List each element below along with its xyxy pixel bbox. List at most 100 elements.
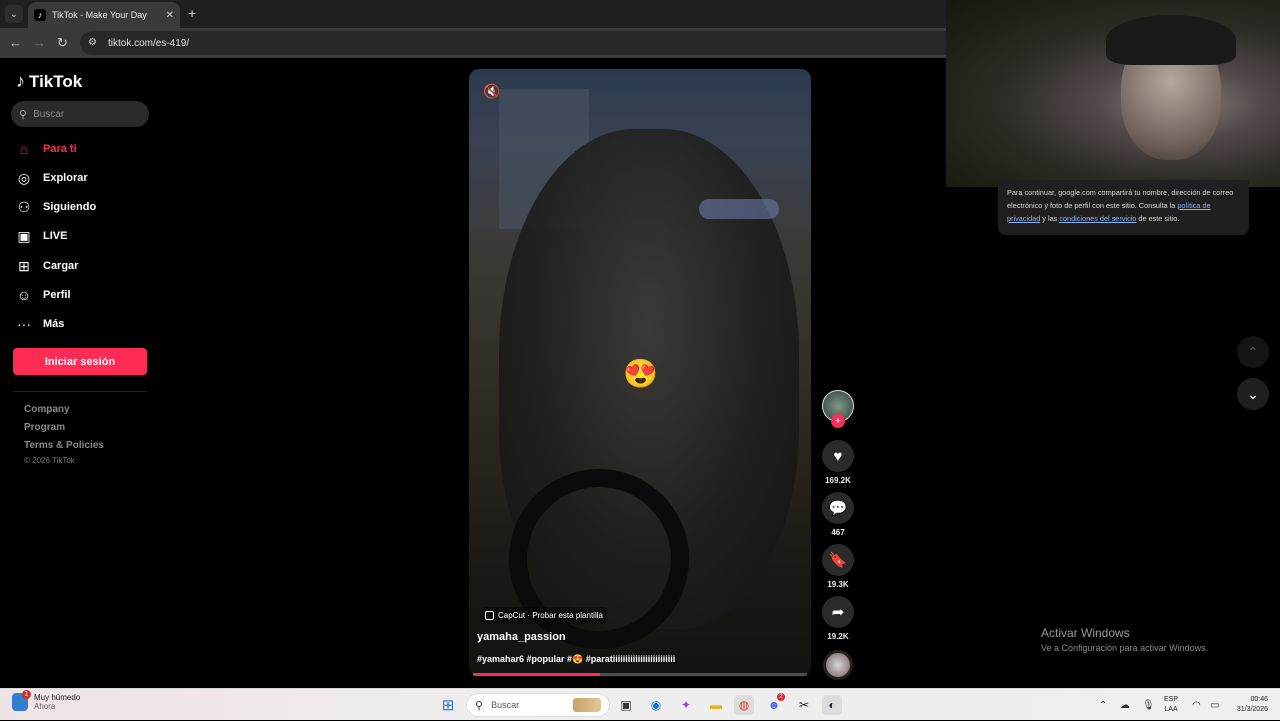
share-count: 19.2K	[827, 632, 849, 641]
sidebar-item-label: Cargar	[43, 260, 79, 272]
capcut-label: CapCut · Probar esta plantilla	[498, 611, 603, 620]
weather-icon: 1	[12, 690, 31, 711]
task-view-icon[interactable]: ▣	[616, 695, 636, 715]
sidebar-item-para-ti[interactable]: ⌂ Para ti	[15, 138, 77, 160]
weather-title: Muy húmedo	[34, 693, 81, 702]
home-icon: ⌂	[19, 141, 29, 157]
like-count: 169.2K	[825, 476, 851, 485]
battery-icon[interactable]: ▭	[1210, 689, 1219, 721]
following-icon: ⚇	[17, 198, 31, 215]
video-progress-fill	[473, 673, 600, 676]
tab-title: TikTok - Make Your Day	[52, 10, 147, 20]
tab-list-button[interactable]: ⌄	[5, 5, 23, 23]
video-headlight	[699, 199, 779, 219]
windows-start-icon[interactable]: ⊞	[438, 695, 458, 715]
language-code: ESP	[1164, 696, 1179, 703]
sidebar-item-siguiendo[interactable]: ⚇ Siguiendo	[15, 196, 96, 218]
share-icon: ➦	[831, 604, 845, 621]
discord-badge: 2	[777, 693, 785, 701]
webcam-overlay	[946, 0, 1280, 187]
wifi-icon[interactable]: ◠	[1192, 689, 1201, 721]
chrome-icon[interactable]: ◍	[734, 695, 754, 715]
new-tab-button[interactable]: +	[188, 5, 196, 21]
sidebar-item-mas[interactable]: ··· Más	[15, 313, 64, 335]
capcut-app-icon[interactable]: ✂	[794, 695, 814, 715]
footer-link-program[interactable]: Program	[24, 422, 65, 433]
music-disc[interactable]	[823, 650, 853, 680]
google-consent-panel: Para continuar, google.com compartirá tu…	[998, 180, 1249, 235]
sidebar-item-live[interactable]: ▣ LIVE	[15, 225, 67, 247]
comment-icon: 💬	[828, 500, 848, 517]
capcut-template-badge[interactable]: CapCut · Probar esta plantilla	[481, 607, 607, 624]
tiktok-favicon-icon: ♪	[34, 9, 46, 21]
keyboard-layout: LAA	[1164, 706, 1178, 713]
sidebar-item-label: Perfil	[43, 289, 71, 301]
discord-icon[interactable]: ☻ 2	[764, 693, 785, 715]
sidebar-item-explorar[interactable]: ◎ Explorar	[15, 167, 88, 189]
microphone-icon[interactable]: 🎙	[1142, 689, 1155, 721]
comment-count: 467	[831, 528, 845, 537]
reload-icon[interactable]: ↻	[57, 35, 68, 51]
consent-text-middle: y las	[1040, 214, 1060, 223]
consent-text-after: de este sitio.	[1136, 214, 1180, 223]
weather-subtitle: Ahora	[34, 702, 56, 711]
follow-plus-icon[interactable]: +	[831, 414, 845, 428]
clock-time: 00:46	[1250, 696, 1268, 703]
forward-icon[interactable]: →	[33, 35, 46, 50]
upload-icon: ⊞	[18, 257, 30, 274]
footer-link-terms[interactable]: Terms & Policies	[24, 440, 104, 451]
sidebar-item-cargar[interactable]: ⊞ Cargar	[15, 255, 78, 277]
comment-button[interactable]: 💬	[822, 492, 854, 524]
capcut-icon	[485, 611, 494, 620]
file-explorer-icon[interactable]: ▬	[706, 695, 726, 715]
onedrive-icon[interactable]: ☁	[1120, 689, 1130, 721]
weather-widget[interactable]: 1 Muy húmedo Ahora	[12, 690, 81, 711]
sidebar-divider	[13, 391, 147, 392]
video-author[interactable]: yamaha_passion	[477, 631, 566, 643]
previous-video-button[interactable]: ⌃	[1237, 336, 1269, 368]
video-caption[interactable]: #yamahar6 #popular #😍 #paratiiiiiiiiiiii…	[477, 654, 675, 665]
more-icon: ···	[17, 316, 31, 332]
windows-activation-watermark: Activar Windows Ve a Configuración para …	[1041, 626, 1208, 653]
steam-icon[interactable]: ◐	[822, 695, 842, 715]
language-indicator[interactable]: ESP LAA	[1164, 695, 1178, 715]
video-player[interactable]: 🔇 😍 CapCut · Probar esta plantilla yamah…	[469, 69, 811, 677]
sidebar-item-label: LIVE	[43, 230, 68, 242]
chevron-down-icon: ⌄	[1247, 385, 1259, 402]
taskbar-search[interactable]: ⚲ Buscar	[466, 693, 610, 717]
url-text: tiktok.com/es-419/	[108, 37, 190, 49]
footer-link-company[interactable]: Company	[24, 404, 70, 415]
sidebar-item-label: Más	[43, 318, 65, 330]
like-button[interactable]: ♥	[822, 440, 854, 472]
taskbar-clock[interactable]: 00:46 31/3/2026	[1224, 695, 1268, 715]
tab-close-icon[interactable]: ✕	[166, 10, 174, 21]
site-info-icon[interactable]: ⚙	[88, 37, 100, 49]
copilot-icon[interactable]: ✦	[676, 695, 696, 715]
windows-taskbar: 1 Muy húmedo Ahora ⊞ ⚲ Buscar ▣ ◉ ✦ ▬ ◍ …	[0, 688, 1280, 720]
browser-tab[interactable]: ♪ TikTok - Make Your Day ✕	[28, 2, 180, 28]
activation-title: Activar Windows	[1041, 626, 1130, 640]
taskbar-search-label: Buscar	[491, 700, 520, 710]
clock-date: 31/3/2026	[1236, 706, 1268, 713]
video-progress-bar[interactable]	[473, 673, 807, 676]
share-button[interactable]: ➦	[822, 596, 854, 628]
sidebar-item-perfil[interactable]: ☺ Perfil	[15, 284, 71, 306]
tray-overflow-icon[interactable]: ⌃	[1099, 689, 1107, 721]
search-placeholder: Buscar	[33, 108, 65, 120]
sidebar-item-label: Para ti	[43, 143, 77, 155]
tiktok-logo[interactable]: ♪ TikTok	[16, 71, 82, 92]
next-video-button[interactable]: ⌄	[1237, 378, 1269, 410]
copyright-text: © 2026 TikTok	[24, 456, 75, 465]
edge-icon[interactable]: ◉	[646, 695, 666, 715]
back-icon[interactable]: ←	[9, 35, 22, 50]
search-icon: ⚲	[19, 108, 28, 121]
mute-icon[interactable]: 🔇	[483, 83, 500, 100]
save-button[interactable]: 🔖	[822, 544, 854, 576]
sidebar-item-label: Explorar	[43, 172, 88, 184]
terms-of-service-link[interactable]: condiciones del servicio	[1059, 214, 1136, 223]
video-emoji-sticker: 😍	[623, 358, 658, 389]
search-input[interactable]: ⚲ Buscar	[11, 101, 149, 127]
heart-icon: ♥	[833, 447, 843, 465]
live-icon: ▣	[17, 227, 31, 244]
login-button[interactable]: Iniciar sesión	[13, 348, 147, 375]
